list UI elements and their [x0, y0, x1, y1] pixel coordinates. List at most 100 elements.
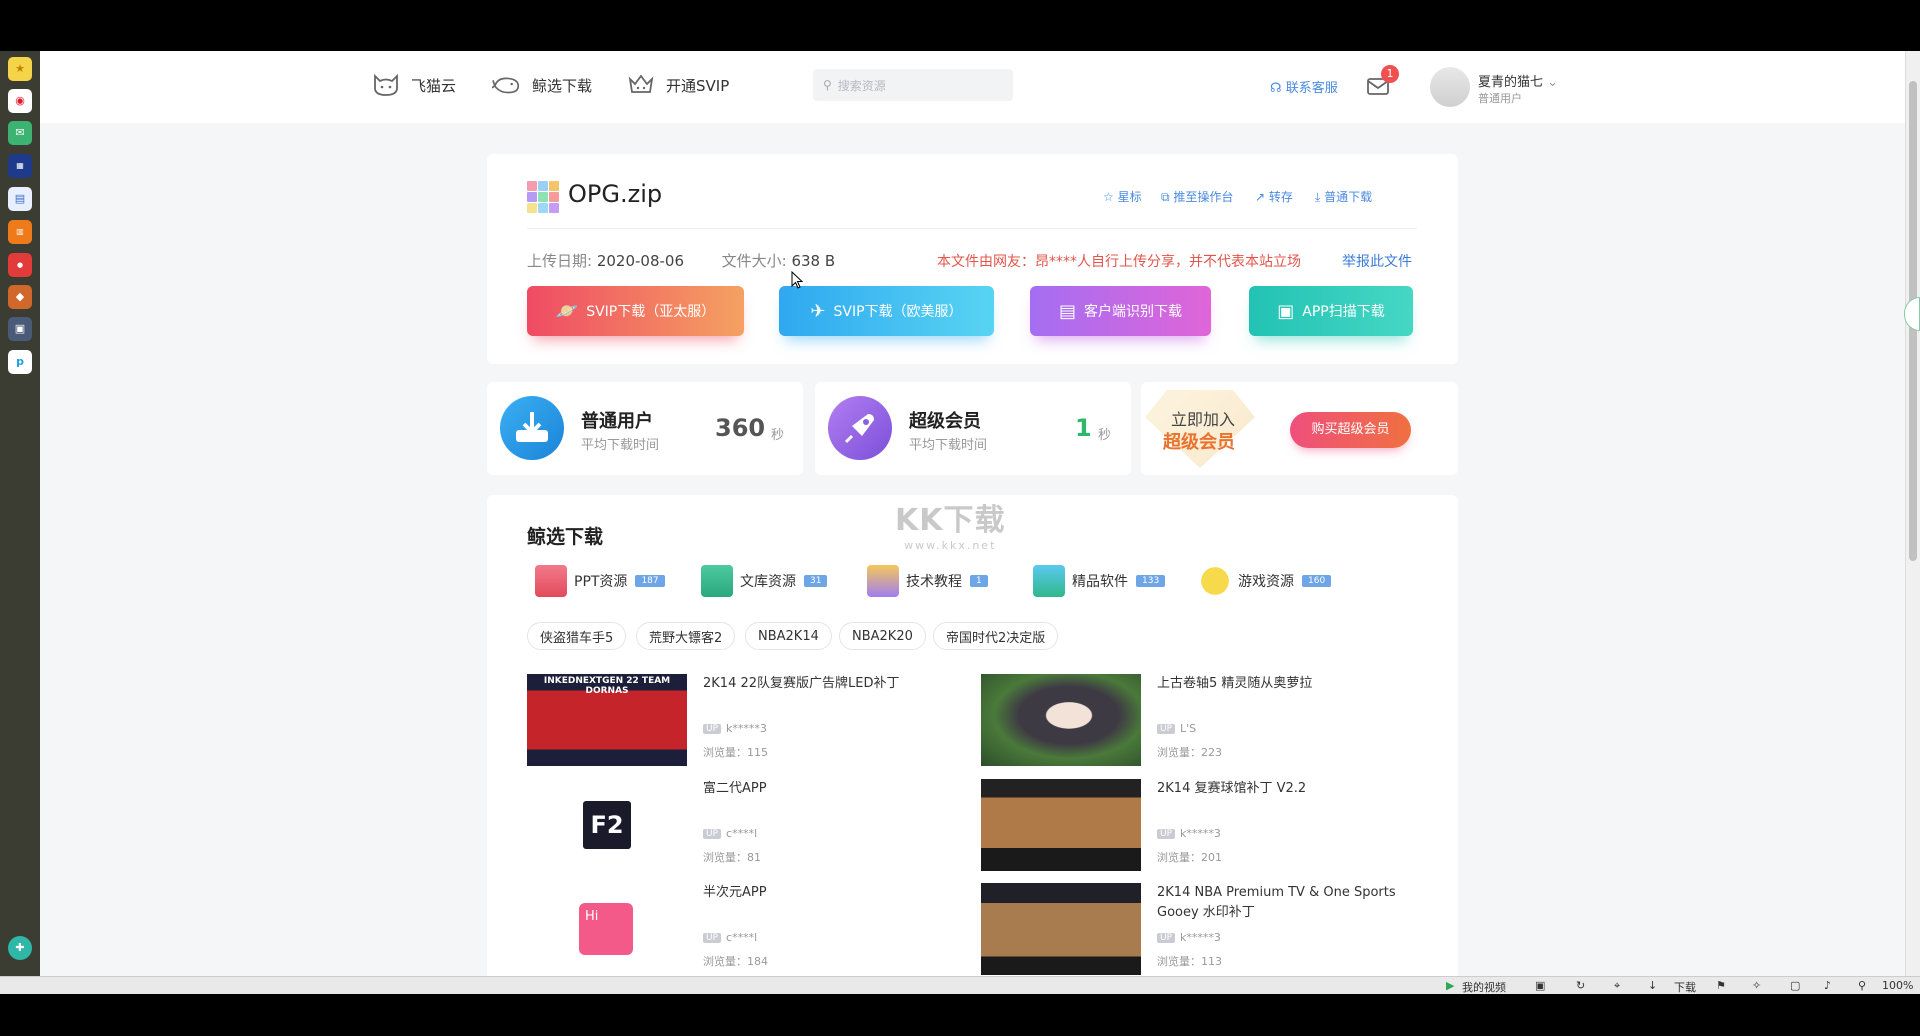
- item-title[interactable]: 2K14 复赛球馆补丁 V2.2: [1157, 779, 1417, 799]
- window-icon[interactable]: ▢: [1790, 979, 1800, 992]
- list-item[interactable]: 2K14 NBA Premium TV & One Sports Gooey 水…: [981, 883, 1421, 975]
- item-views: 浏览量：115: [703, 746, 768, 759]
- my-video-link[interactable]: 我的视频: [1462, 979, 1506, 995]
- upload-date-label: 上传日期:: [527, 252, 593, 270]
- join-line2: 超级会员: [1163, 432, 1235, 453]
- item-title[interactable]: 富二代APP: [703, 779, 963, 799]
- item-title[interactable]: 2K14 NBA Premium TV & One Sports Gooey 水…: [1157, 883, 1417, 923]
- app-scan-download-button[interactable]: ▣ APP扫描下载: [1249, 286, 1413, 336]
- normal-user-stat: 普通用户 平均下载时间 360 秒: [487, 382, 803, 475]
- zoom-level[interactable]: 100%: [1882, 979, 1913, 992]
- category-tutorial[interactable]: 技术教程 1: [867, 564, 988, 598]
- nav-open-svip[interactable]: 开通SVIP: [626, 71, 729, 99]
- list-item[interactable]: Hi 半次元APP UP c****l 浏览量：184: [527, 883, 967, 975]
- item-uploader: UP k*****3: [1157, 827, 1221, 840]
- pin-icon[interactable]: ⌖: [1614, 979, 1620, 993]
- tag-gta5[interactable]: 侠盗猎车手5: [527, 622, 627, 650]
- news-icon[interactable]: ▦: [8, 154, 32, 178]
- item-title[interactable]: 2K14 22队复赛版广告牌LED补丁: [703, 674, 963, 694]
- list-item[interactable]: F2 富二代APP UP c****l 浏览量：81: [527, 779, 967, 871]
- file-card: OPG.zip ☆ 星标 ⧉ 推至操作台 ↗ 转存 ⤓ 普通下载 上传日期: 2…: [487, 154, 1458, 364]
- game-icon[interactable]: ◆: [8, 285, 32, 309]
- nav-feimaoyun[interactable]: 飞猫云: [371, 71, 456, 99]
- svip-eu-download-button[interactable]: ✈ SVIP下载（欧美服）: [779, 286, 994, 336]
- client-download-label: 客户端识别下载: [1084, 304, 1182, 320]
- bcy-app-icon: Hi: [579, 903, 633, 955]
- list-item[interactable]: 2K14 复赛球馆补丁 V2.2 UP k*****3 浏览量：201: [981, 779, 1421, 871]
- push-to-desk-action[interactable]: ⧉ 推至操作台: [1161, 188, 1233, 205]
- category-ppt[interactable]: PPT资源 187: [535, 564, 665, 598]
- category-software[interactable]: 精品软件 133: [1033, 564, 1166, 598]
- nav-whale-download[interactable]: 鲸选下载: [492, 71, 592, 99]
- flag-icon[interactable]: ⚑: [1716, 979, 1726, 992]
- zoom-icon[interactable]: ⚲: [1858, 979, 1866, 992]
- tag-aoe2[interactable]: 帝国时代2决定版: [933, 622, 1059, 650]
- zip-file-icon: [527, 181, 559, 213]
- item-thumbnail: INKEDNEXTGEN 22 TEAM DORNAS: [527, 674, 687, 766]
- xiaohongshu-icon[interactable]: ●: [8, 253, 32, 277]
- search-placeholder: 搜索资源: [837, 78, 886, 93]
- rocket-icon: [828, 396, 892, 460]
- watermark-url: www.kkx.net: [904, 539, 997, 552]
- up-badge: UP: [1157, 932, 1176, 943]
- mail-icon[interactable]: ✉: [8, 121, 32, 145]
- refresh-icon[interactable]: ↻: [1576, 979, 1585, 992]
- contact-support-link[interactable]: ☊ 联系客服: [1270, 77, 1338, 96]
- super-member-title: 超级会员: [909, 411, 981, 432]
- clean-icon[interactable]: ✧: [1752, 979, 1761, 992]
- qr-icon: ▣: [1277, 300, 1295, 322]
- app-scan-label: APP扫描下载: [1302, 304, 1385, 320]
- video-icon[interactable]: ▶: [1446, 979, 1454, 992]
- item-title[interactable]: 上古卷轴5 精灵随从奥萝拉: [1157, 674, 1417, 694]
- star-icon[interactable]: ★: [8, 57, 32, 81]
- category-library[interactable]: 文库资源 31: [701, 564, 828, 598]
- nav-feimaoyun-label: 飞猫云: [411, 76, 457, 95]
- volume-icon[interactable]: ♪: [1824, 979, 1831, 992]
- tag-nba2k20[interactable]: NBA2K20: [839, 622, 926, 650]
- disclaimer-notice: 本文件由网友：昂****人自行上传分享，并不代表本站立场: [937, 254, 1301, 270]
- download-circle-icon: [500, 396, 564, 460]
- novel-icon[interactable]: ▥: [8, 220, 32, 244]
- tag-nba2k14[interactable]: NBA2K14: [745, 622, 832, 650]
- browser-icon[interactable]: ✚: [8, 936, 32, 960]
- list-item[interactable]: INKEDNEXTGEN 22 TEAM DORNAS 2K14 22队复赛版广…: [527, 674, 967, 766]
- star-action[interactable]: ☆ 星标: [1103, 188, 1142, 205]
- file-meta: 上传日期: 2020-08-06 文件大小: 638 B: [527, 250, 835, 271]
- svip-asia-download-button[interactable]: 🪐 SVIP下载（亚太服）: [527, 286, 744, 336]
- save-action[interactable]: ↗ 转存: [1255, 188, 1293, 205]
- divider: [527, 228, 1417, 229]
- search-icon: ⚲: [823, 78, 832, 92]
- tag-rdr2[interactable]: 荒野大镖客2: [636, 622, 736, 650]
- watermark: KK下载 www.kkx.net: [895, 495, 1006, 552]
- category-tutorial-count: 1: [970, 575, 988, 587]
- headset-icon: ☊: [1270, 81, 1282, 96]
- taskbar-left: ★ ◉ ✉ ▦ ▤ ▥ ● ◆ ▣ p ✚: [0, 51, 40, 976]
- planet-icon: 🪐: [555, 300, 579, 322]
- list-item[interactable]: 上古卷轴5 精灵随从奥萝拉 UP L'S 浏览量：223: [981, 674, 1421, 766]
- user-role: 普通用户: [1478, 92, 1522, 105]
- scrollbar[interactable]: [1905, 51, 1920, 976]
- client-download-button[interactable]: ▤ 客户端识别下载: [1030, 286, 1211, 336]
- thumb-caption: INKEDNEXTGEN 22 TEAM DORNAS: [543, 676, 671, 696]
- screenshot-icon[interactable]: ▣: [1535, 979, 1545, 992]
- weibo-icon[interactable]: ◉: [8, 89, 32, 113]
- download-link[interactable]: 下载: [1674, 979, 1696, 995]
- top-navigation: 飞猫云 鲸选下载 开通SVIP ⚲ 搜索资源 ☊ 联系客服 1 夏青的猫七 ⌄ …: [40, 51, 1905, 123]
- category-games[interactable]: 游戏资源 160: [1199, 564, 1332, 598]
- game2-icon[interactable]: ▣: [8, 317, 32, 341]
- download-arrow-icon[interactable]: ↓: [1648, 979, 1657, 992]
- document-icon[interactable]: ▤: [8, 187, 32, 211]
- app-icon[interactable]: p: [8, 350, 32, 374]
- buy-super-member-button[interactable]: 购买超级会员: [1290, 412, 1411, 448]
- crown-cat-icon: [626, 72, 656, 98]
- item-title[interactable]: 半次元APP: [703, 883, 963, 903]
- normal-download-action[interactable]: ⤓ 普通下载: [1315, 188, 1372, 205]
- upload-date: 2020-08-06: [596, 252, 685, 270]
- user-name[interactable]: 夏青的猫七 ⌄: [1478, 71, 1558, 90]
- category-ppt-count: 187: [635, 575, 665, 587]
- search-input[interactable]: ⚲ 搜索资源: [813, 69, 1013, 101]
- avatar[interactable]: [1430, 67, 1470, 107]
- report-file-link[interactable]: 举报此文件: [1342, 251, 1412, 271]
- chevron-down-icon[interactable]: ⌄: [1547, 75, 1558, 90]
- normal-user-sub: 平均下载时间: [581, 438, 660, 453]
